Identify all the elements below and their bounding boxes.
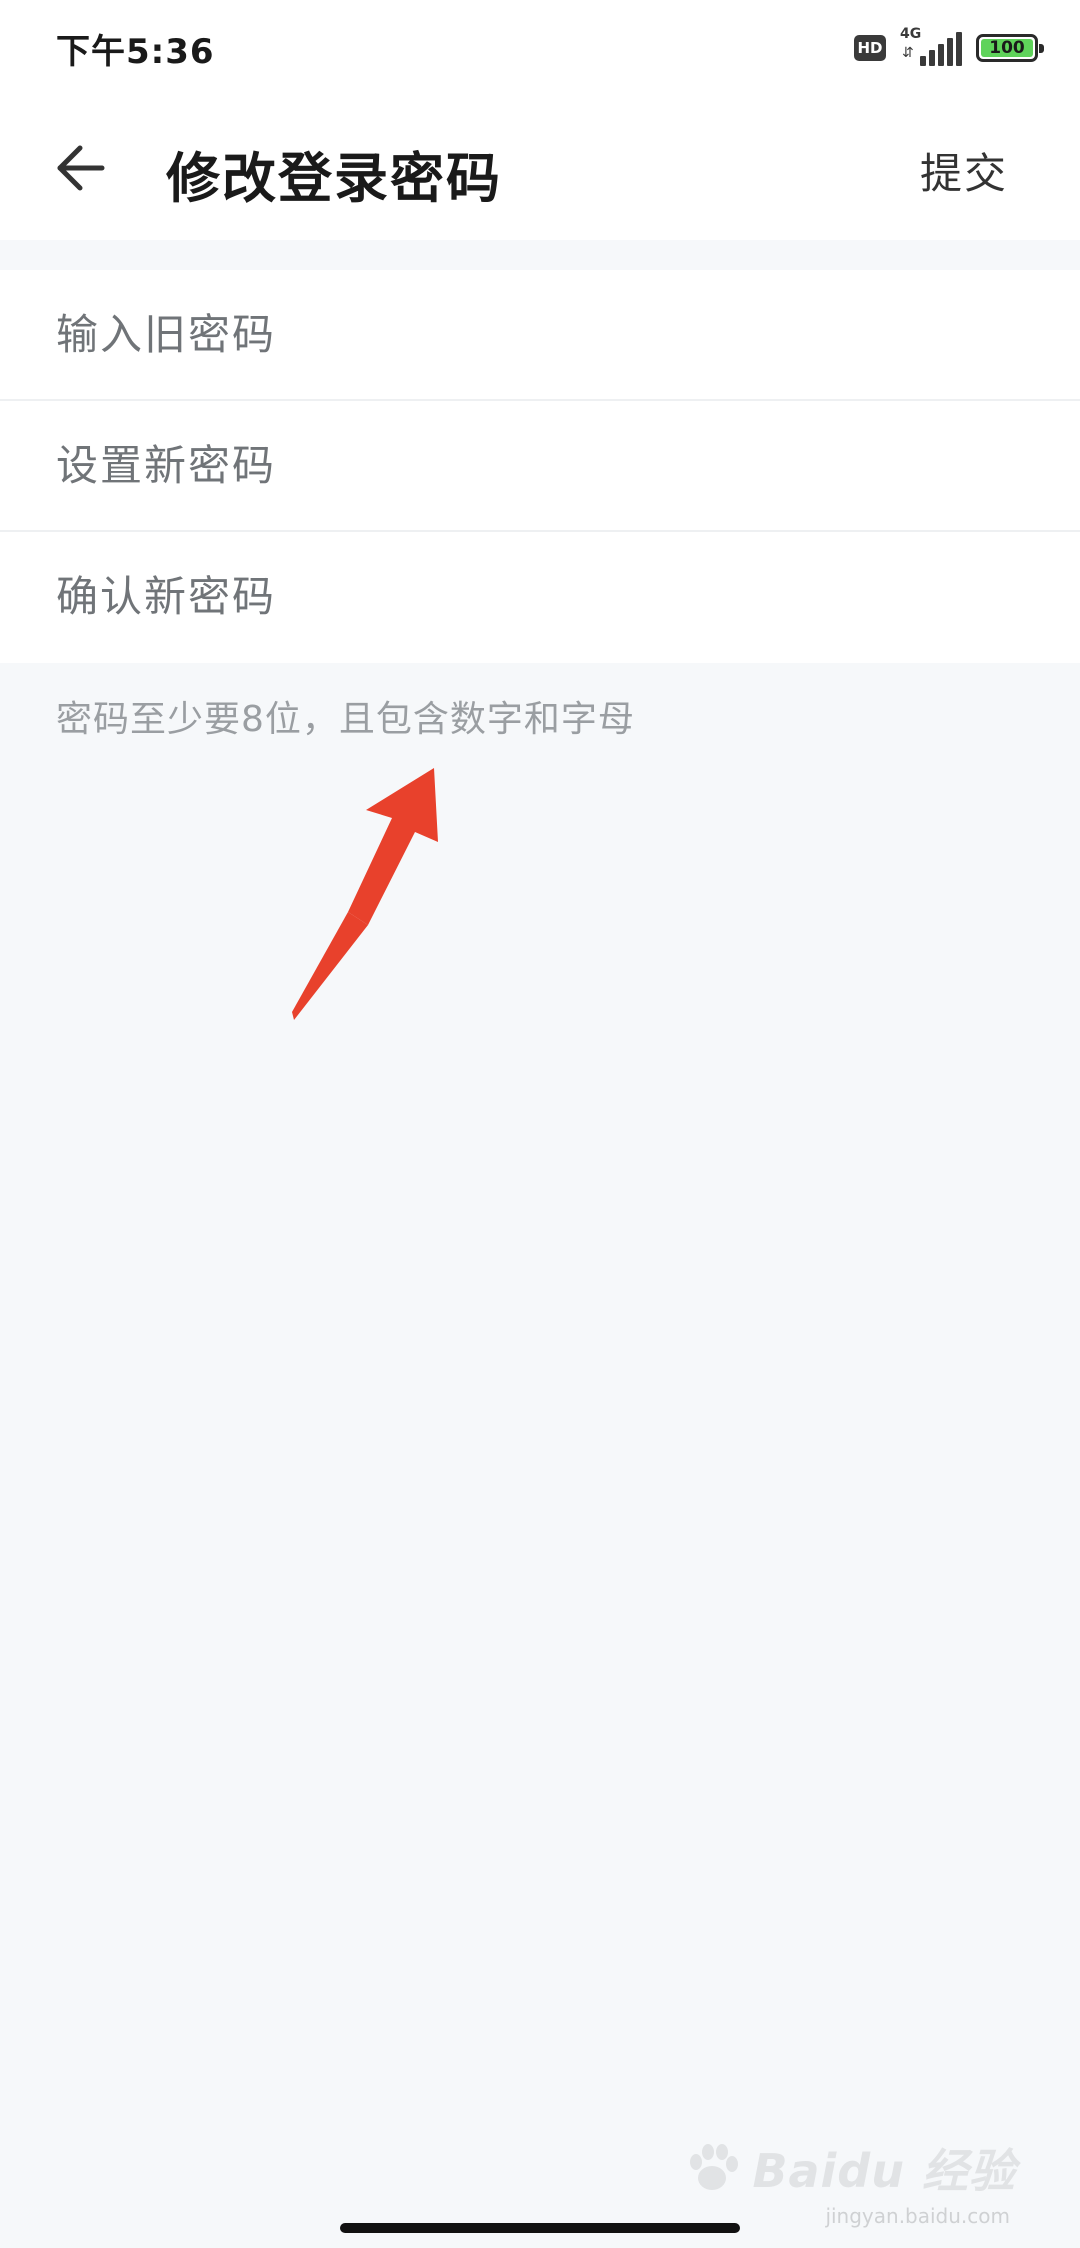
home-indicator[interactable]: [340, 2223, 740, 2233]
section-divider: [0, 240, 1080, 270]
confirm-password-row: [0, 532, 1080, 663]
screen: 下午5:36 HD 4G ⇵ 100 修改登录密码 提交 密码至少要8位，且包含…: [0, 0, 1080, 2248]
back-button[interactable]: [36, 124, 124, 212]
signal-bars-icon: [920, 32, 962, 66]
page-title: 修改登录密码: [166, 147, 502, 210]
watermark-url: jingyan.baidu.com: [825, 2204, 1010, 2228]
new-password-field[interactable]: [56, 401, 1024, 530]
old-password-field[interactable]: [56, 270, 1024, 399]
watermark-text: Baidu 经验: [752, 2144, 1016, 2198]
battery-icon: 100: [976, 34, 1044, 62]
status-time: 下午5:36: [56, 32, 215, 72]
signal-indicator: 4G ⇵: [900, 26, 962, 68]
baidu-watermark: Baidu 经验: [682, 2128, 1016, 2208]
status-bar: 下午5:36 HD 4G ⇵ 100: [0, 0, 1080, 96]
paw-logo-icon: [690, 2144, 739, 2190]
old-password-row: [0, 270, 1080, 401]
app-bar: 修改登录密码 提交: [0, 96, 1080, 240]
annotation-arrow-icon: [292, 768, 438, 1020]
battery-level: 100: [981, 38, 1033, 58]
status-indicators: HD 4G ⇵ 100: [854, 26, 1044, 68]
password-form: [0, 270, 1080, 663]
new-password-row: [0, 401, 1080, 532]
confirm-password-field[interactable]: [56, 532, 1024, 661]
arrow-left-icon: [57, 145, 105, 191]
hd-icon: HD: [854, 35, 886, 61]
password-hint: 密码至少要8位，且包含数字和字母: [56, 699, 635, 740]
battery-tip: [1039, 44, 1044, 53]
submit-button[interactable]: 提交: [920, 140, 1008, 201]
